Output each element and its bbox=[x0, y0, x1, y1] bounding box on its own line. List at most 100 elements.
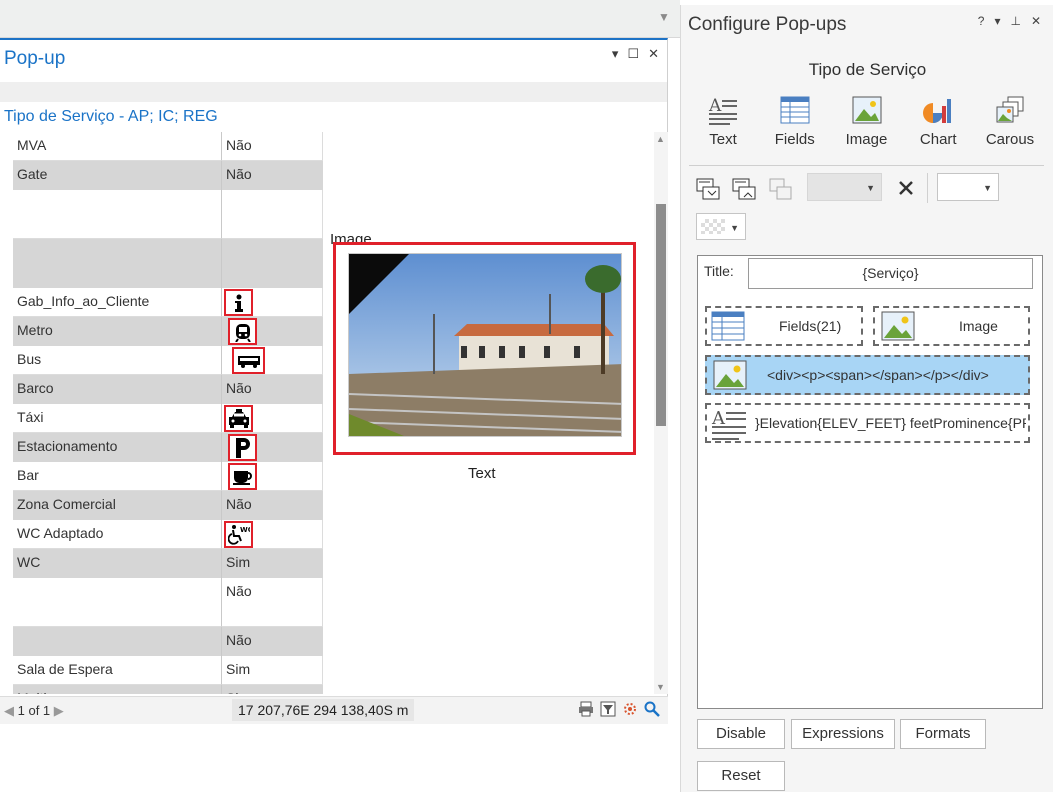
element-toolbar: ▼ ▼ bbox=[696, 173, 1046, 203]
zoom-to-icon[interactable] bbox=[644, 701, 660, 717]
field-value: Não bbox=[226, 496, 252, 512]
background-pattern-dropdown[interactable]: ▼ bbox=[696, 213, 746, 240]
field-row: MVA Não bbox=[13, 132, 323, 161]
maximize-icon[interactable]: ☐ bbox=[627, 46, 639, 62]
pane-controls: ? ▾ ⊥ ✕ bbox=[978, 14, 1041, 28]
fields-icon bbox=[711, 311, 745, 341]
popup-window: Pop-up ▾ ☐ ✕ Tipo de Serviço - AP; IC; R… bbox=[0, 38, 668, 724]
filter-icon[interactable] bbox=[600, 701, 616, 717]
field-value: Não bbox=[226, 166, 252, 182]
move-up-icon[interactable] bbox=[732, 177, 756, 201]
html-element-card[interactable]: <div><p><span></span></p></div> bbox=[705, 355, 1030, 395]
field-name: Barco bbox=[13, 375, 222, 404]
add-image-label: Image bbox=[845, 131, 888, 148]
accessible-wc-icon: WC bbox=[224, 521, 253, 548]
taxi-icon bbox=[224, 405, 253, 432]
add-element-gallery: A Text Fields Image Chart Carous bbox=[689, 95, 1044, 160]
field-row: Barco Não bbox=[13, 375, 323, 404]
svg-text:A: A bbox=[711, 408, 726, 429]
scroll-down-icon[interactable]: ▼ bbox=[656, 682, 665, 692]
field-row bbox=[13, 190, 323, 239]
dropdown-icon[interactable]: ▾ bbox=[994, 14, 1000, 28]
field-name bbox=[13, 627, 222, 656]
reset-button[interactable]: Reset bbox=[697, 761, 785, 791]
add-chart-label: Chart bbox=[919, 131, 957, 148]
fields-element-card[interactable]: Fields(21) bbox=[705, 306, 863, 346]
popup-footer: ◀ 1 of 1 ▶ 17 207,76E 294 138,40S m bbox=[0, 696, 668, 724]
prev-feature-icon[interactable]: ◀ bbox=[4, 703, 14, 718]
toolbar-separator bbox=[927, 173, 928, 203]
add-fields-button[interactable]: Fields bbox=[761, 95, 829, 160]
field-row: WC Sim bbox=[13, 549, 323, 578]
scroll-up-icon[interactable]: ▲ bbox=[656, 134, 665, 144]
field-value: Não bbox=[222, 578, 323, 627]
popup-title: Pop-up bbox=[4, 48, 66, 69]
scroll-thumb[interactable] bbox=[656, 204, 666, 426]
popup-feature-title: Tipo de Serviço - AP; IC; REG bbox=[0, 102, 667, 132]
map-scroll-down-icon[interactable]: ▼ bbox=[658, 10, 670, 24]
popup-header-band bbox=[0, 82, 667, 102]
info-icon bbox=[224, 289, 253, 316]
add-chart-button[interactable]: Chart bbox=[904, 95, 972, 160]
add-carousel-button[interactable]: Carous bbox=[976, 95, 1044, 160]
popup-scrollbar[interactable]: ▲ ▼ bbox=[654, 132, 668, 694]
field-row: Não bbox=[13, 627, 323, 656]
image-icon bbox=[852, 96, 881, 124]
field-value: Sim bbox=[222, 656, 323, 685]
expressions-button[interactable]: Expressions bbox=[791, 719, 895, 749]
flash-icon[interactable] bbox=[622, 701, 638, 717]
pane-title: Configure Pop-ups bbox=[688, 14, 847, 35]
field-value: Não bbox=[222, 132, 323, 161]
disable-button[interactable]: Disable bbox=[697, 719, 785, 749]
move-down-icon[interactable] bbox=[696, 177, 720, 201]
footer-tools bbox=[578, 701, 660, 717]
add-fields-label: Fields bbox=[774, 131, 815, 148]
coordinates-readout: 17 207,76E 294 138,40S m bbox=[232, 699, 415, 721]
map-background bbox=[0, 0, 680, 38]
field-row bbox=[13, 239, 323, 288]
field-name: Metro bbox=[13, 317, 222, 346]
chevron-down-icon: ▼ bbox=[983, 183, 992, 193]
field-name: Bus bbox=[13, 346, 222, 375]
text-icon: A bbox=[708, 96, 737, 125]
title-input[interactable]: {Serviço} bbox=[748, 258, 1033, 289]
field-row: Estacionamento bbox=[13, 433, 323, 462]
element-style-dropdown[interactable]: ▼ bbox=[807, 173, 882, 201]
field-value bbox=[222, 239, 323, 288]
pin-icon[interactable]: ⊥ bbox=[1010, 14, 1020, 28]
field-value: Sim bbox=[226, 554, 251, 570]
field-row: Zona Comercial Não bbox=[13, 491, 323, 520]
help-icon[interactable]: ? bbox=[978, 14, 985, 28]
field-name: WC Adaptado bbox=[13, 520, 222, 549]
feature-navigator[interactable]: ◀ 1 of 1 ▶ bbox=[4, 703, 64, 719]
field-name: Táxi bbox=[13, 404, 222, 433]
field-name: WC bbox=[13, 549, 222, 578]
field-name bbox=[13, 239, 222, 288]
image-element-card[interactable]: Image bbox=[873, 306, 1030, 346]
popup-elements-list: Title: {Serviço} Fields(21) Image <div><… bbox=[697, 255, 1043, 709]
size-dropdown[interactable]: ▼ bbox=[937, 173, 999, 201]
feature-count: 1 of 1 bbox=[17, 703, 51, 718]
next-feature-icon[interactable]: ▶ bbox=[54, 703, 64, 718]
field-name bbox=[13, 578, 222, 627]
add-carousel-label: Carous bbox=[985, 131, 1035, 148]
field-row: Táxi bbox=[13, 404, 323, 433]
delete-icon[interactable] bbox=[898, 180, 914, 196]
close-icon[interactable]: ✕ bbox=[1031, 14, 1041, 28]
popup-titlebar: Pop-up ▾ ☐ ✕ bbox=[0, 40, 667, 82]
add-text-button[interactable]: A Text bbox=[689, 95, 757, 160]
chart-icon bbox=[923, 99, 952, 123]
dropdown-icon[interactable]: ▾ bbox=[612, 46, 619, 62]
formats-button[interactable]: Formats bbox=[900, 719, 986, 749]
configure-popups-pane: Configure Pop-ups ? ▾ ⊥ ✕ Tipo de Serviç… bbox=[680, 5, 1053, 792]
add-image-button[interactable]: Image bbox=[833, 95, 901, 160]
close-icon[interactable]: ✕ bbox=[648, 46, 659, 62]
parking-icon bbox=[228, 434, 257, 461]
text-element-card[interactable]: A }Elevation{ELEV_FEET} feetProminence{P… bbox=[705, 403, 1030, 443]
svg-text:WC: WC bbox=[240, 526, 250, 534]
duplicate-icon[interactable] bbox=[769, 177, 793, 201]
print-icon[interactable] bbox=[578, 701, 594, 717]
image-icon bbox=[713, 360, 747, 390]
field-name: Zona Comercial bbox=[13, 491, 222, 520]
fields-card-label: Fields(21) bbox=[779, 318, 842, 334]
